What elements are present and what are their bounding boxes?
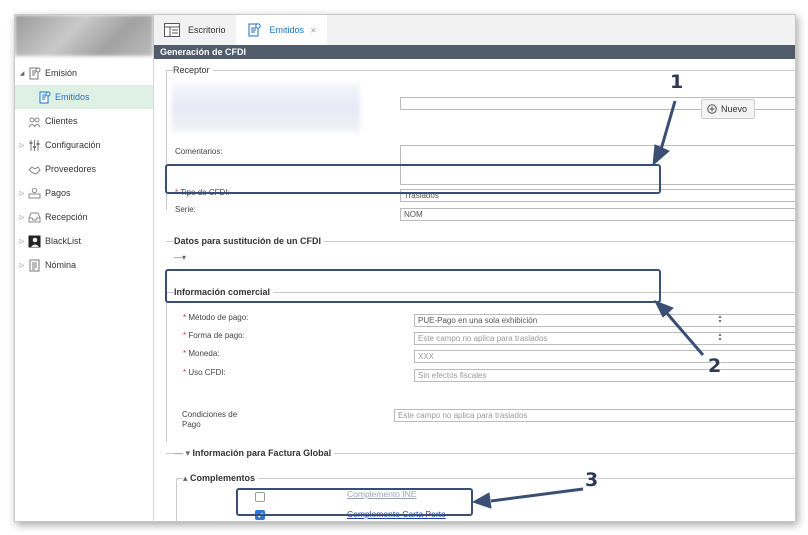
- callout-number-2: 2: [708, 355, 722, 377]
- app-window: ◢ Emisión Emitidos Clientes ▷ Configurac…: [14, 14, 796, 522]
- callout-number-1: 1: [670, 71, 684, 93]
- callout-number-3: 3: [585, 469, 599, 491]
